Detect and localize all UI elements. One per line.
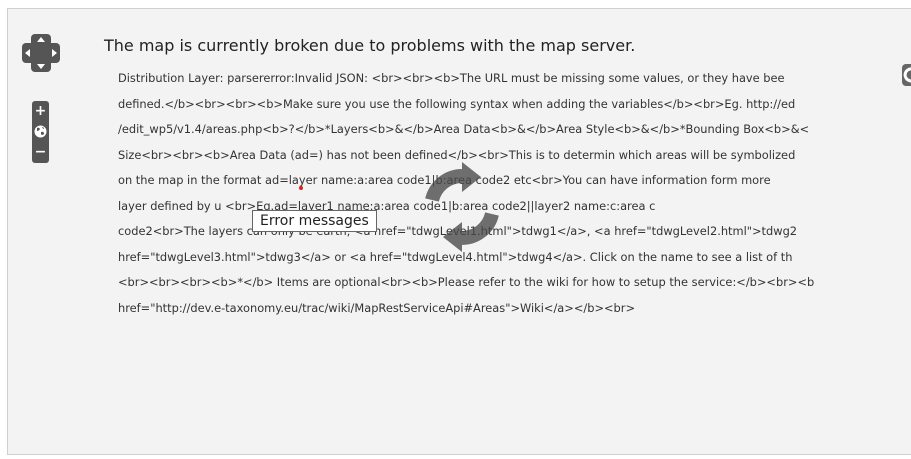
globe-icon — [34, 125, 47, 138]
error-line: layer defined by u <br>Eg.ad=layer1 name… — [118, 198, 656, 213]
zoom-in-button[interactable]: + — [32, 103, 49, 120]
error-line: href="http://dev.e-taxonomy.eu/trac/wiki… — [118, 300, 635, 315]
pan-control[interactable] — [22, 34, 60, 72]
layer-switcher-icon[interactable] — [902, 64, 911, 86]
zoom-control: + − — [32, 101, 49, 163]
pan-right-icon[interactable] — [52, 49, 57, 57]
error-message-list: • Distribution Layer: parsererror:Invali… — [104, 66, 911, 321]
error-line: Distribution Layer: parsererror:Invalid … — [118, 71, 785, 85]
refresh-spinner-icon — [425, 162, 499, 252]
error-messages-tooltip: Error messages — [252, 210, 377, 232]
pan-down-icon[interactable] — [37, 64, 45, 69]
map-error-title: The map is currently broken due to probl… — [104, 36, 636, 55]
error-line: /edit_wp5/v1.4/areas.php<b>?</b>*Layers<… — [118, 122, 810, 136]
error-line: defined.</b><br><br><b>Make sure you use… — [118, 96, 796, 111]
error-line: href="tdwgLevel3.html">tdwg3</a> or <a h… — [118, 249, 793, 264]
error-list-item: • Distribution Layer: parsererror:Invali… — [118, 66, 911, 321]
pan-left-icon[interactable] — [25, 49, 30, 57]
error-line: Size<br><br><b>Area Data (ad=) has not b… — [118, 147, 796, 162]
zoom-world-button[interactable] — [32, 123, 49, 140]
error-line: <br><br><br><b>*</b> Items are optional<… — [118, 275, 815, 289]
pan-up-icon[interactable] — [37, 37, 45, 42]
map-viewport[interactable]: + − The map is currently broken due to p… — [7, 8, 911, 455]
zoom-out-button[interactable]: − — [32, 144, 49, 161]
error-line: on the map in the format ad=layer name:a… — [118, 173, 771, 187]
error-line: code2<br>The layers can only be earth, <… — [118, 224, 798, 238]
map-marker — [299, 186, 303, 190]
